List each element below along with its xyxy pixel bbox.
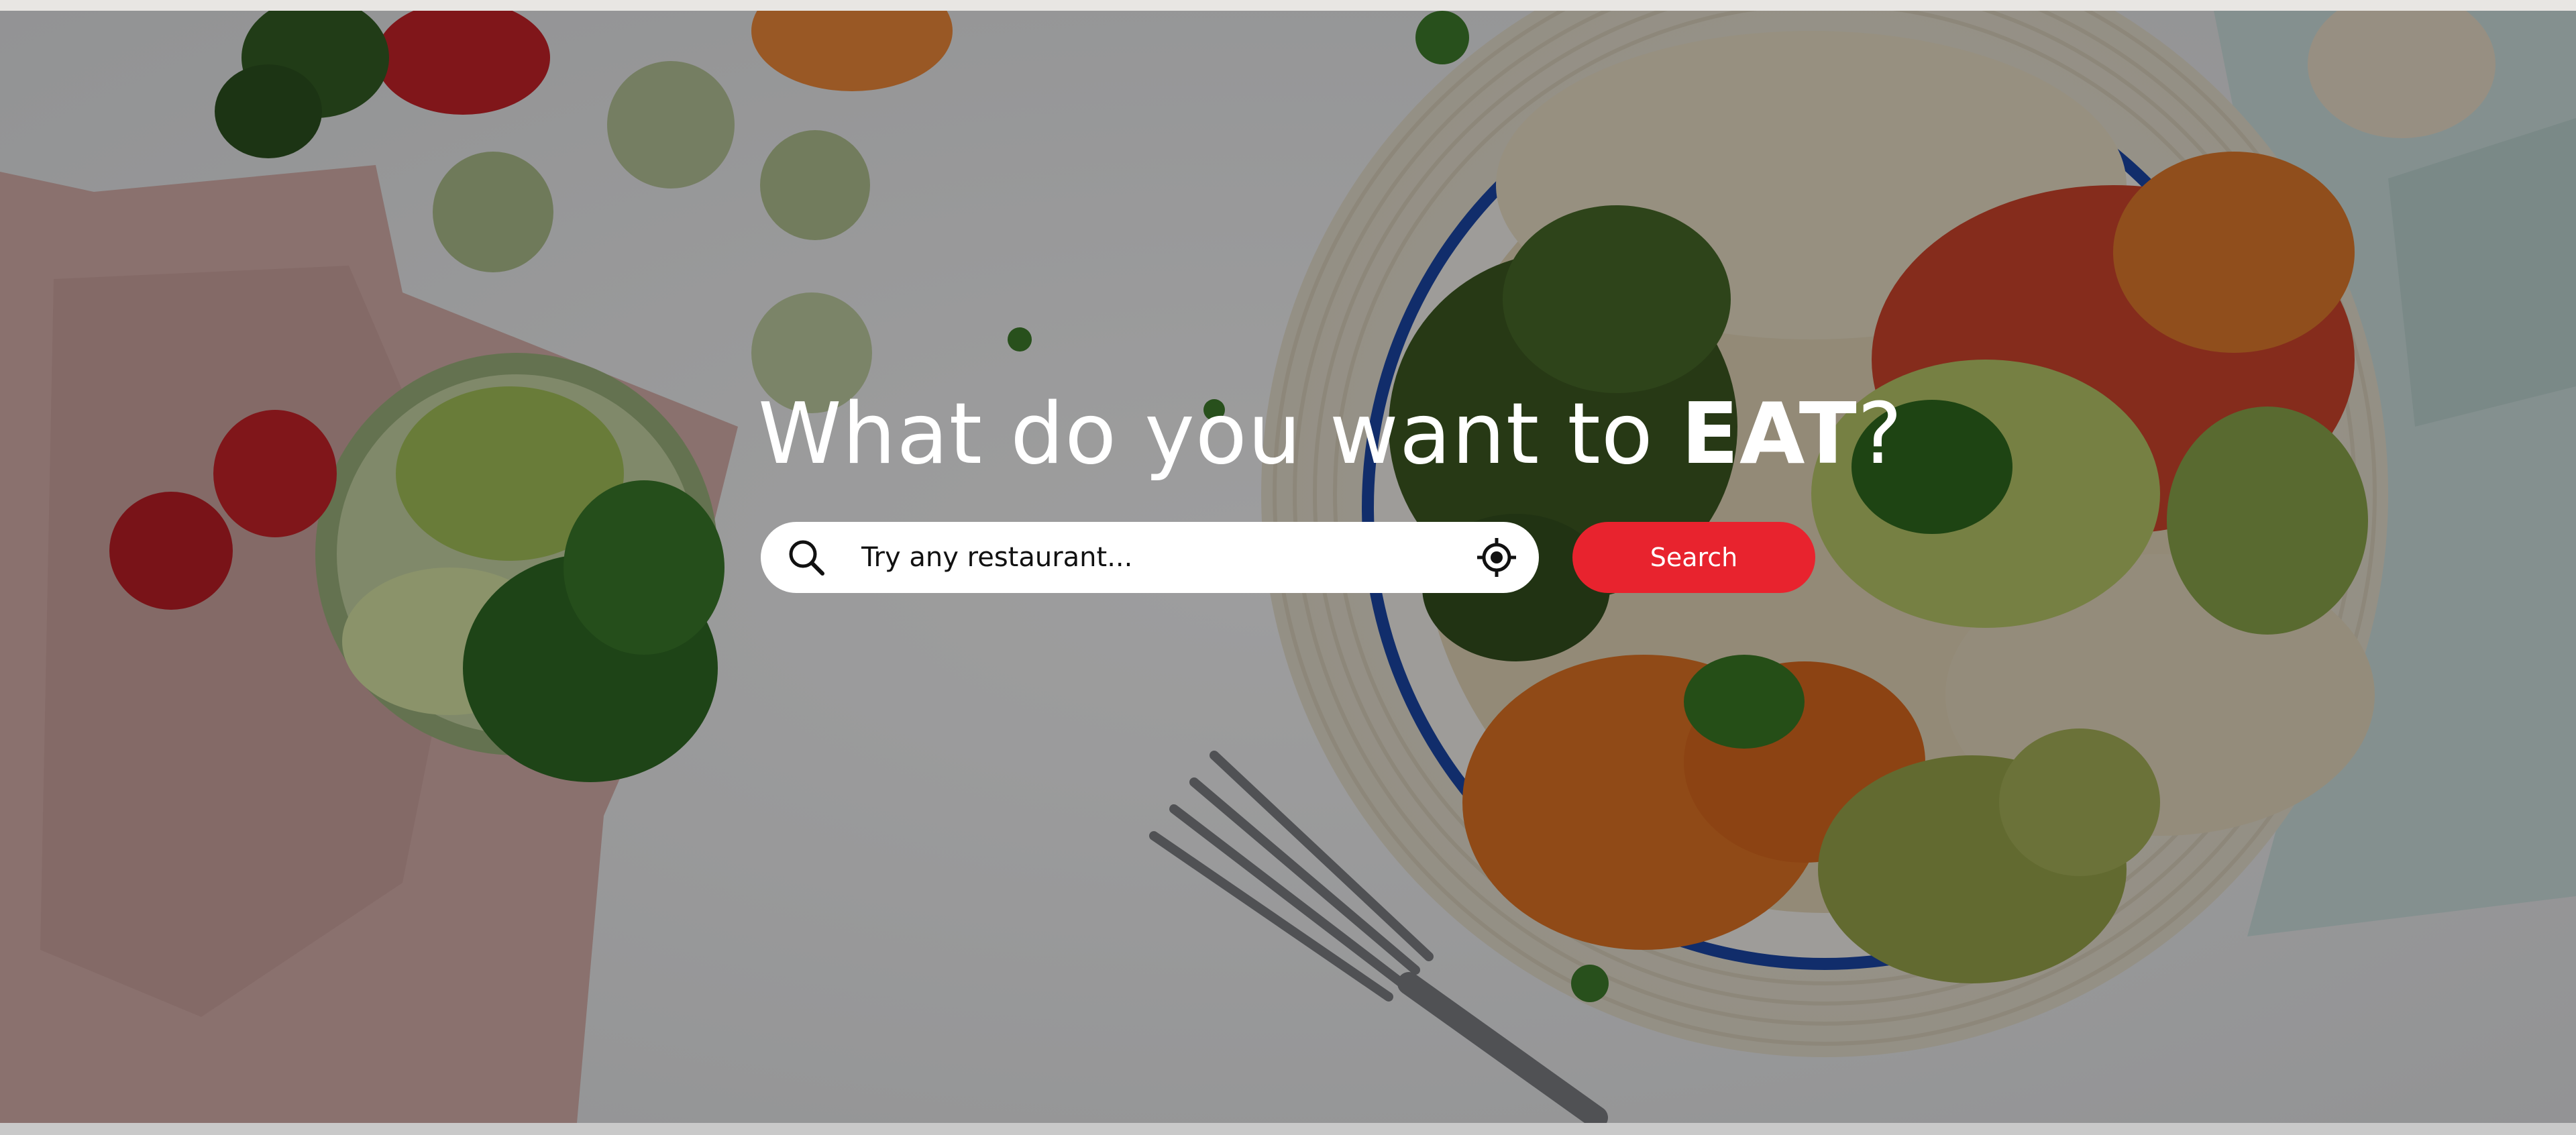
hero-title: What do you want to EAT? (758, 392, 1903, 476)
top-strip (0, 0, 2576, 11)
search-button[interactable]: Search (1572, 522, 1815, 593)
bottom-strip (0, 1123, 2576, 1135)
search-icon (786, 537, 826, 578)
page: What do you want to EAT? Search (0, 0, 2576, 1135)
hero-title-prefix: What do you want to (758, 384, 1681, 483)
hero-title-emphasis: EAT (1680, 384, 1858, 483)
search-bar (761, 522, 1539, 593)
search-input[interactable] (861, 534, 1398, 581)
crosshair-location-icon[interactable] (1476, 537, 1517, 578)
hero-title-suffix: ? (1857, 384, 1903, 483)
